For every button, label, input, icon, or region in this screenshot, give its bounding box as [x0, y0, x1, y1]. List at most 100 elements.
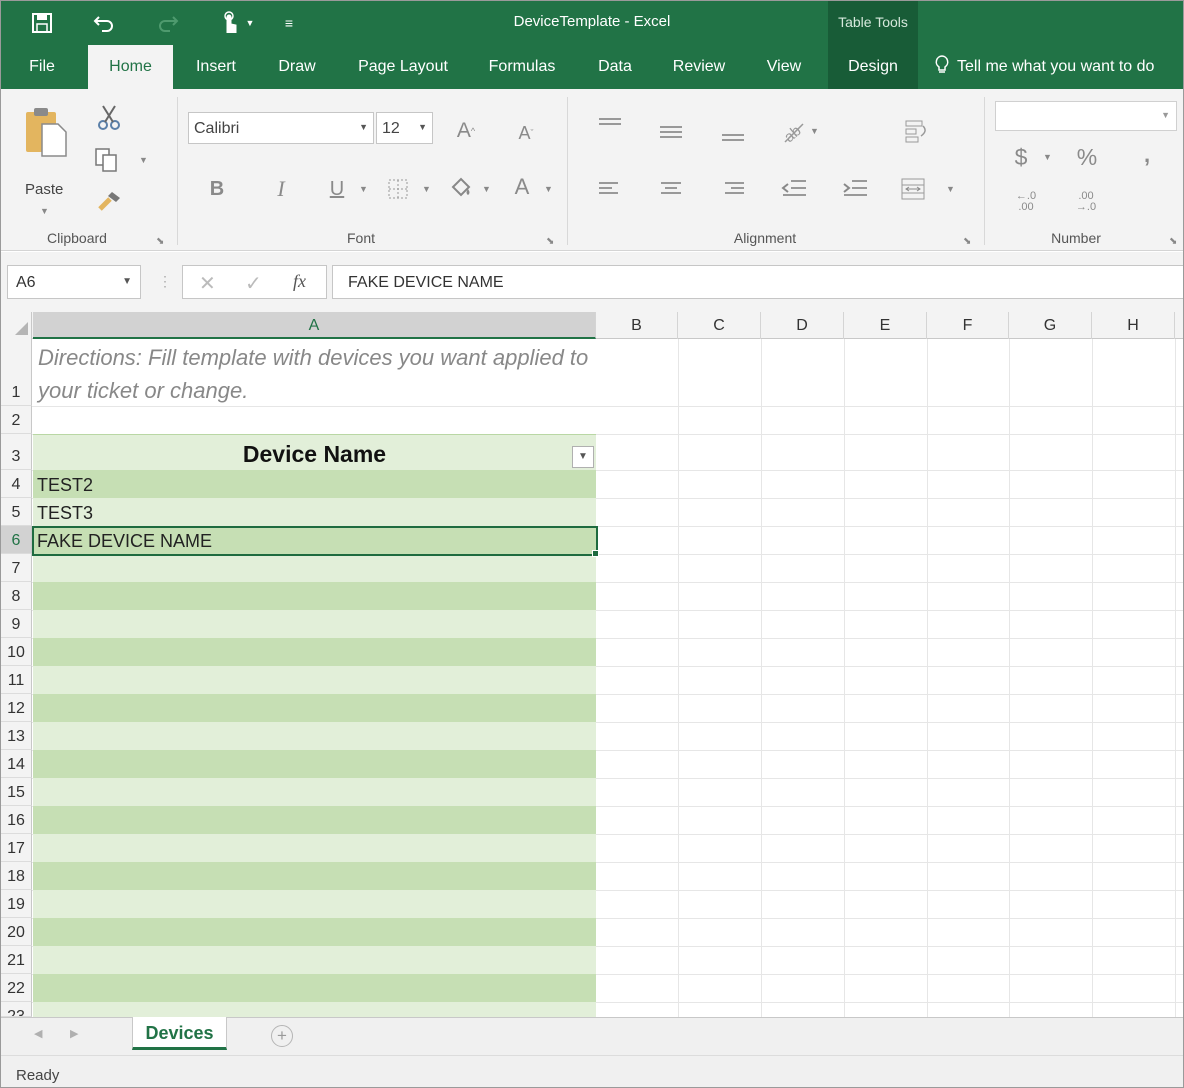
- decrease-decimal-icon[interactable]: .00 →.0: [1071, 187, 1101, 217]
- underline-icon[interactable]: U: [323, 175, 351, 203]
- row-header-13[interactable]: 13: [1, 722, 32, 750]
- increase-indent-icon[interactable]: [841, 176, 869, 202]
- copy-dropdown-icon[interactable]: ▼: [139, 155, 148, 165]
- fill-handle[interactable]: [592, 550, 599, 557]
- tab-data[interactable]: Data: [587, 45, 643, 89]
- table-row[interactable]: [33, 918, 596, 946]
- row-header-12[interactable]: 12: [1, 694, 32, 722]
- table-row[interactable]: [33, 974, 596, 1002]
- tab-formulas[interactable]: Formulas: [477, 45, 567, 89]
- tab-page-layout[interactable]: Page Layout: [347, 45, 459, 89]
- increase-decimal-icon[interactable]: ←.0 .00: [1011, 187, 1041, 217]
- sheet-tab-devices[interactable]: Devices: [132, 1017, 227, 1050]
- column-header-c[interactable]: C: [678, 312, 761, 339]
- row-header-14[interactable]: 14: [1, 750, 32, 778]
- fill-color-icon[interactable]: [447, 173, 475, 201]
- table-row[interactable]: [33, 1002, 596, 1017]
- table-row[interactable]: [33, 638, 596, 666]
- row-header-9[interactable]: 9: [1, 610, 32, 638]
- format-painter-icon[interactable]: [95, 187, 125, 215]
- wrap-text-icon[interactable]: [901, 117, 931, 145]
- italic-icon[interactable]: I: [267, 175, 295, 203]
- table-row[interactable]: [33, 778, 596, 806]
- table-row[interactable]: [33, 946, 596, 974]
- row-header-4[interactable]: 4: [1, 470, 32, 498]
- comma-style-icon[interactable]: ,: [1137, 141, 1157, 169]
- table-row[interactable]: [33, 694, 596, 722]
- column-header-f[interactable]: F: [927, 312, 1009, 339]
- increase-font-size-icon[interactable]: A ^: [453, 117, 479, 145]
- table-row[interactable]: [33, 498, 596, 526]
- align-top-icon[interactable]: [597, 113, 623, 137]
- table-row[interactable]: [33, 862, 596, 890]
- sheet-scroll-right-icon[interactable]: ▶: [70, 1027, 78, 1040]
- row-header-11[interactable]: 11: [1, 666, 32, 694]
- column-header-g[interactable]: G: [1009, 312, 1092, 339]
- sheet-scroll-left-icon[interactable]: ◀: [34, 1027, 42, 1040]
- underline-dropdown-icon[interactable]: ▼: [359, 184, 368, 194]
- merge-dropdown-icon[interactable]: ▼: [946, 184, 955, 194]
- row-header-15[interactable]: 15: [1, 778, 32, 806]
- table-row[interactable]: [33, 806, 596, 834]
- table-row[interactable]: [33, 750, 596, 778]
- cancel-entry-icon[interactable]: ✕: [199, 271, 216, 296]
- paste-icon[interactable]: [21, 103, 71, 161]
- add-sheet-icon[interactable]: +: [271, 1025, 293, 1047]
- currency-icon[interactable]: $: [1009, 143, 1033, 171]
- font-name-box[interactable]: Calibri ▼: [188, 112, 374, 144]
- row-header-7[interactable]: 7: [1, 554, 32, 582]
- font-size-box[interactable]: 12 ▼: [376, 112, 433, 144]
- tell-me-box[interactable]: Tell me what you want to do: [935, 45, 1154, 89]
- row-header-8[interactable]: 8: [1, 582, 32, 610]
- tab-design[interactable]: Design: [828, 45, 918, 89]
- tab-draw[interactable]: Draw: [267, 45, 327, 89]
- tab-view[interactable]: View: [755, 45, 813, 89]
- row-header-5[interactable]: 5: [1, 498, 32, 526]
- paste-label[interactable]: Paste: [25, 181, 63, 198]
- font-color-dropdown-icon[interactable]: ▼: [544, 184, 553, 194]
- column-header-d[interactable]: D: [761, 312, 844, 339]
- formula-input[interactable]: FAKE DEVICE NAME: [332, 265, 1183, 299]
- font-color-icon[interactable]: A: [508, 173, 536, 201]
- orientation-dropdown-icon[interactable]: ▼: [810, 126, 819, 136]
- table-row[interactable]: [33, 722, 596, 750]
- row-header-18[interactable]: 18: [1, 862, 32, 890]
- table-row[interactable]: [33, 890, 596, 918]
- name-box[interactable]: A6 ▼: [7, 265, 141, 299]
- tab-review[interactable]: Review: [661, 45, 737, 89]
- currency-dropdown-icon[interactable]: ▼: [1043, 152, 1052, 162]
- column-header-a[interactable]: A: [33, 312, 596, 339]
- clipboard-launcher-icon[interactable]: ⬊: [156, 236, 164, 247]
- number-launcher-icon[interactable]: ⬊: [1169, 236, 1177, 247]
- row-header-21[interactable]: 21: [1, 946, 32, 974]
- bold-icon[interactable]: B: [203, 175, 231, 203]
- row-header-3[interactable]: 3: [1, 434, 32, 470]
- number-format-box[interactable]: ▼: [995, 101, 1177, 131]
- row-header-22[interactable]: 22: [1, 974, 32, 1002]
- align-bottom-icon[interactable]: [720, 123, 746, 147]
- row-header-19[interactable]: 19: [1, 890, 32, 918]
- row-header-2[interactable]: 2: [1, 406, 32, 434]
- orientation-icon[interactable]: ab: [779, 117, 809, 145]
- table-row[interactable]: [33, 554, 596, 582]
- copy-icon[interactable]: [91, 146, 121, 174]
- align-right-icon[interactable]: [720, 177, 746, 201]
- decrease-font-size-icon[interactable]: Aˇ: [513, 119, 539, 147]
- column-header-e[interactable]: E: [844, 312, 927, 339]
- table-row[interactable]: [33, 470, 596, 498]
- row-header-20[interactable]: 20: [1, 918, 32, 946]
- table-header-cell[interactable]: Device Name: [33, 434, 596, 470]
- tab-insert[interactable]: Insert: [185, 45, 247, 89]
- select-all-corner[interactable]: [1, 312, 32, 339]
- row-header-1[interactable]: 1: [1, 339, 32, 406]
- tab-file[interactable]: File: [15, 45, 69, 89]
- column-header-h[interactable]: H: [1092, 312, 1175, 339]
- font-launcher-icon[interactable]: ⬊: [546, 236, 554, 247]
- align-middle-icon[interactable]: [658, 119, 684, 143]
- formula-bar-resize-handle[interactable]: ⋮: [158, 273, 172, 290]
- row-header-17[interactable]: 17: [1, 834, 32, 862]
- borders-icon[interactable]: [384, 175, 412, 203]
- merge-center-icon[interactable]: [898, 175, 928, 203]
- directions-text[interactable]: Directions: Fill template with devices y…: [38, 341, 598, 407]
- align-left-icon[interactable]: [597, 177, 623, 201]
